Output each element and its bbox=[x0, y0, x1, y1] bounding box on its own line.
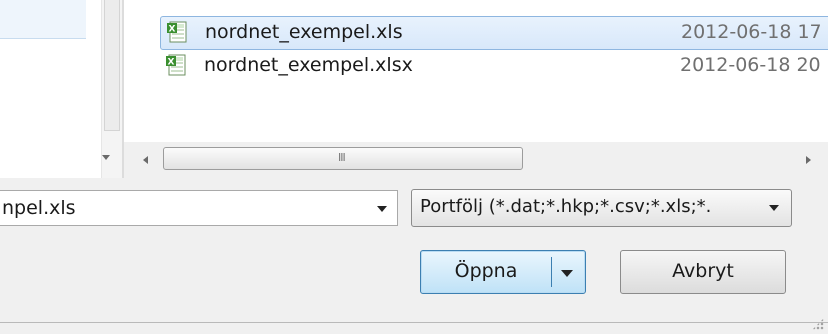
split-divider bbox=[551, 257, 552, 287]
horizontal-scrollbar-thumb[interactable]: III bbox=[163, 147, 523, 170]
file-date: 2012-06-18 20 bbox=[680, 54, 821, 76]
chevron-down-icon bbox=[769, 205, 779, 211]
open-button-label[interactable]: Öppna bbox=[421, 260, 551, 282]
nav-vertical-scrollbar[interactable] bbox=[101, 0, 122, 178]
file-row-xlsx[interactable]: X nordnet_exempel.xlsx 2012-06-18 20 bbox=[160, 50, 828, 82]
scroll-left-icon[interactable] bbox=[143, 156, 148, 164]
nav-scrollbar-thumb[interactable] bbox=[104, 0, 120, 131]
cancel-button-label: Avbryt bbox=[672, 260, 734, 282]
file-name: nordnet_exempel.xlsx bbox=[204, 54, 413, 76]
file-type-dropdown[interactable]: Portfölj (*.dat;*.hkp;*.csv;*.xls;*. bbox=[411, 189, 792, 227]
excel-file-icon: X bbox=[166, 54, 186, 76]
horizontal-scrollbar[interactable]: III bbox=[124, 142, 828, 178]
chevron-down-icon[interactable] bbox=[377, 206, 387, 212]
navigation-pane[interactable] bbox=[0, 0, 122, 178]
file-name-combobox[interactable]: npel.xls bbox=[0, 190, 398, 226]
svg-text:X: X bbox=[168, 58, 175, 68]
nav-scroll-down-icon[interactable] bbox=[102, 155, 110, 160]
scrollbar-grip: III bbox=[338, 151, 346, 164]
file-date: 2012-06-18 17 bbox=[681, 21, 822, 43]
dialog-bottom-edge bbox=[0, 318, 828, 334]
open-options-chevron-down-icon[interactable] bbox=[561, 270, 573, 277]
scroll-right-icon[interactable] bbox=[806, 156, 811, 164]
resize-grip-icon[interactable] bbox=[812, 318, 824, 330]
file-row-xls[interactable]: X nordnet_exempel.xls 2012-06-18 17 bbox=[160, 16, 828, 50]
file-name-input[interactable]: npel.xls bbox=[2, 197, 76, 219]
nav-selected-item[interactable] bbox=[0, 0, 86, 39]
svg-text:X: X bbox=[169, 25, 176, 35]
cancel-button[interactable]: Avbryt bbox=[620, 250, 786, 294]
excel-file-icon: X bbox=[167, 21, 187, 43]
file-type-value: Portfölj (*.dat;*.hkp;*.csv;*.xls;*. bbox=[420, 196, 712, 217]
file-list: X nordnet_exempel.xls 2012-06-18 17 X no… bbox=[124, 0, 828, 142]
file-name: nordnet_exempel.xls bbox=[205, 21, 403, 43]
open-split-button[interactable]: Öppna bbox=[420, 250, 586, 294]
